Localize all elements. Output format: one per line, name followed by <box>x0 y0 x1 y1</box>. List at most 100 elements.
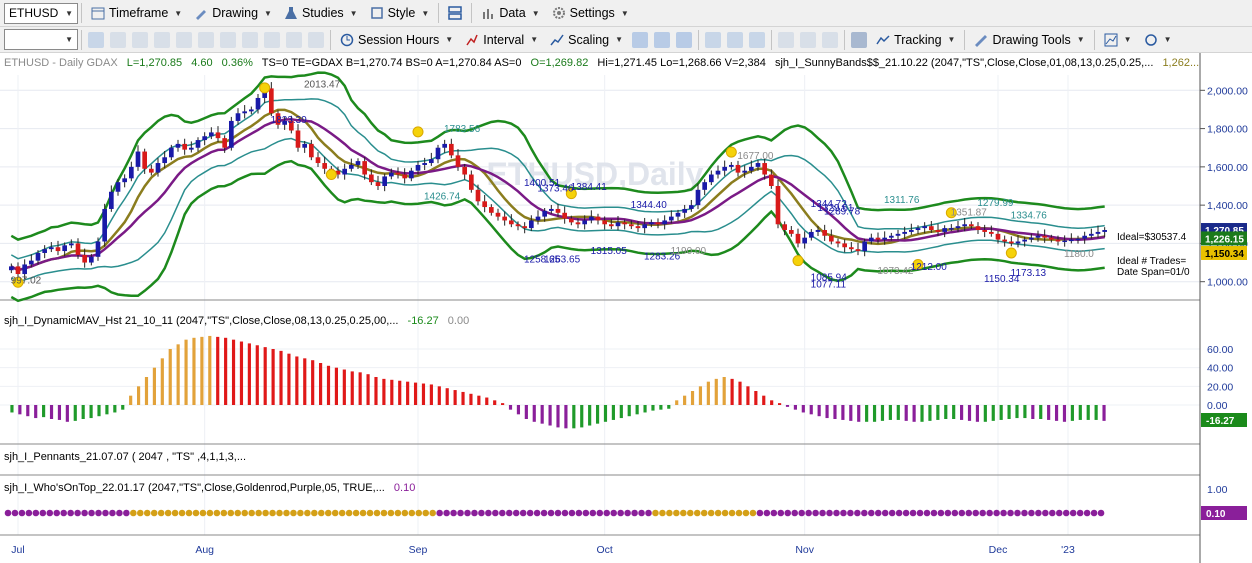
whos-on-top-dot <box>227 509 235 517</box>
trendline-icon[interactable] <box>132 31 148 48</box>
bar-chart-icon[interactable] <box>632 31 649 48</box>
data-button[interactable]: Data ▼ <box>475 2 545 24</box>
compress-bars-icon[interactable] <box>705 31 722 48</box>
fit-bars-icon[interactable] <box>749 31 766 48</box>
chart-analysis-button[interactable]: ▼ <box>1098 29 1138 51</box>
date-tick-label: Aug <box>195 544 214 556</box>
whos-on-top-dot <box>1083 509 1091 517</box>
drawing-tools-button[interactable]: Drawing Tools ▼ <box>968 29 1090 51</box>
histogram-bar <box>920 405 924 422</box>
toolbar-divider <box>471 3 473 23</box>
histogram-tick-label: 20.00 <box>1207 381 1233 393</box>
whos-on-top-dot <box>1049 509 1056 517</box>
tracking-label: Tracking <box>894 32 942 47</box>
shape-tool-icon[interactable] <box>264 31 280 48</box>
timeframe-button[interactable]: Timeframe ▼ <box>85 2 188 24</box>
whos-on-top-dot <box>568 509 576 517</box>
whos-on-top-dot <box>199 509 207 517</box>
fib-icon[interactable] <box>198 31 214 48</box>
histogram-bar <box>912 405 916 422</box>
hline-icon[interactable] <box>154 31 170 48</box>
drawing-object-select[interactable]: ▼ <box>4 29 78 50</box>
signal-dot <box>725 146 737 158</box>
toolbar-divider <box>81 3 82 23</box>
grid-icon[interactable] <box>851 31 868 48</box>
drawing-button[interactable]: Drawing ▼ <box>188 2 278 24</box>
zoom-reset-icon[interactable] <box>822 31 839 48</box>
whos-on-top-dot <box>888 509 896 517</box>
price-annotation: 1373.46 <box>537 184 574 195</box>
style-button[interactable]: Style ▼ <box>364 2 436 24</box>
data-label: Data <box>499 6 526 20</box>
candle-body <box>435 147 441 160</box>
layout-button[interactable] <box>442 2 468 24</box>
expand-bars-icon[interactable] <box>727 31 744 48</box>
whos-on-top-dot <box>700 509 708 517</box>
candle-chart-icon[interactable] <box>654 31 671 48</box>
symbol-input[interactable]: ETHUSD ▼ <box>4 2 78 24</box>
candle-body <box>309 143 314 158</box>
signal-dot <box>259 82 271 94</box>
histogram-bar <box>556 405 560 428</box>
crosshair-icon[interactable] <box>110 31 126 48</box>
drawing-tools-icon <box>975 34 988 47</box>
whos-on-top-dot <box>1035 509 1042 517</box>
percent-tool-icon[interactable] <box>286 31 302 48</box>
histogram-bar <box>231 339 236 405</box>
toolbar-divider <box>771 29 773 50</box>
histogram-bar <box>121 405 125 410</box>
whos-on-top-dot <box>123 509 130 517</box>
clock-icon <box>340 33 354 46</box>
zoom-in-icon[interactable] <box>778 31 795 48</box>
candle-body <box>162 157 167 164</box>
price-annotation: 1263.65 <box>544 255 581 266</box>
arrow-tool-icon[interactable] <box>242 31 258 48</box>
candle-body <box>82 254 87 263</box>
candle-body <box>515 224 521 227</box>
whos-on-top-dot <box>171 509 179 517</box>
settings-button[interactable]: Settings ▼ <box>546 2 635 24</box>
candle-body <box>749 166 754 171</box>
histogram-bar <box>1078 405 1082 420</box>
whos-on-top-dot <box>861 509 868 517</box>
date-tick-label: Nov <box>795 544 814 556</box>
interval-button[interactable]: Interval ▼ <box>459 29 544 51</box>
candle-body <box>509 220 514 225</box>
candle-hollow-icon[interactable] <box>676 31 693 48</box>
whos-on-top-dot <box>721 509 729 517</box>
whos-on-top-dot <box>784 509 792 517</box>
zoom-tool-icon[interactable] <box>308 31 324 48</box>
zoom-out-icon[interactable] <box>800 31 817 48</box>
histogram-bar <box>445 388 449 405</box>
session-hours-label: Session Hours <box>358 32 440 47</box>
histogram-bar <box>65 405 69 422</box>
vline-icon[interactable] <box>176 31 192 48</box>
candle-body <box>382 176 387 186</box>
chart-area[interactable]: ETHUSD,Daily ETHUSD - Daily GDAX L=1,270… <box>0 53 1252 563</box>
histogram-bar <box>10 405 14 413</box>
whos-on-top-dot <box>157 509 165 517</box>
candle-body <box>695 189 701 206</box>
cursor-icon[interactable] <box>88 31 104 48</box>
studies-button[interactable]: Studies ▼ <box>278 2 364 24</box>
histogram-bar <box>754 391 758 405</box>
whos-on-top-dot <box>791 509 799 517</box>
histogram-tick-label: 40.00 <box>1207 363 1233 375</box>
histogram-bar <box>857 405 861 422</box>
whos-on-top-dot <box>833 509 840 517</box>
pane2-title-text: sjh_I_DynamicMAV_Hst 21_10_11 (2047,"TS"… <box>4 315 398 327</box>
histogram-bar <box>619 405 623 419</box>
text-tool-icon[interactable] <box>220 31 236 48</box>
chart-settings-button[interactable]: ▼ <box>1138 29 1178 51</box>
tracking-button[interactable]: Tracking ▼ <box>870 29 961 51</box>
candle-body <box>195 140 201 148</box>
pencil-icon <box>196 10 207 20</box>
histogram-bar <box>73 405 77 421</box>
whos-on-top-dot <box>74 509 81 517</box>
chevron-down-icon: ▼ <box>615 35 624 44</box>
candle-body <box>462 166 467 175</box>
candle-body <box>729 164 734 167</box>
session-hours-button[interactable]: Session Hours ▼ <box>334 29 459 51</box>
whos-on-top-dot <box>909 509 917 517</box>
scaling-button[interactable]: Scaling ▼ <box>544 29 629 51</box>
